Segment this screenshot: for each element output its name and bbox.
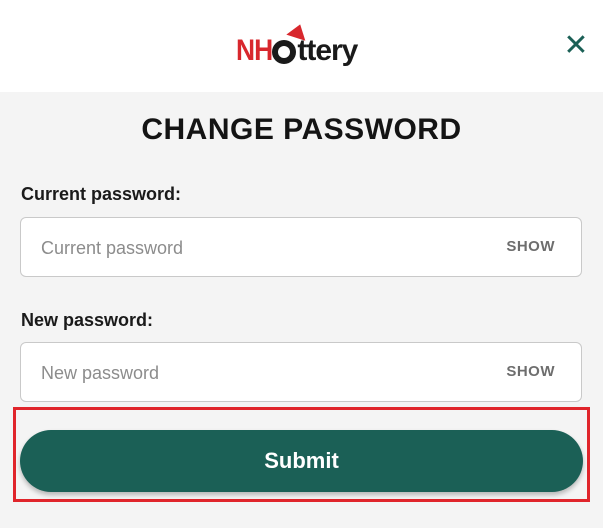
submit-button[interactable]: Submit	[20, 430, 583, 492]
header: NH ttery ✕	[0, 0, 603, 92]
lottery-ball-icon	[272, 40, 297, 64]
new-password-label: New password:	[21, 310, 154, 330]
page-title: CHANGE PASSWORD	[141, 113, 462, 146]
logo-nh-text: NH	[236, 34, 273, 67]
new-password-field: SHOW	[20, 342, 582, 403]
current-password-field: SHOW	[20, 217, 582, 278]
new-password-show-toggle[interactable]: SHOW	[506, 343, 555, 401]
current-password-label: Current password:	[21, 184, 182, 204]
close-icon[interactable]: ✕	[562, 31, 590, 61]
new-password-input[interactable]	[39, 343, 483, 403]
logo-suffix-text: ttery	[297, 34, 358, 67]
current-password-show-toggle[interactable]: SHOW	[506, 218, 555, 276]
nh-lottery-logo[interactable]: NH ttery	[236, 21, 358, 67]
logo-lottery-text: ttery	[271, 34, 358, 67]
current-password-input[interactable]	[39, 218, 483, 278]
